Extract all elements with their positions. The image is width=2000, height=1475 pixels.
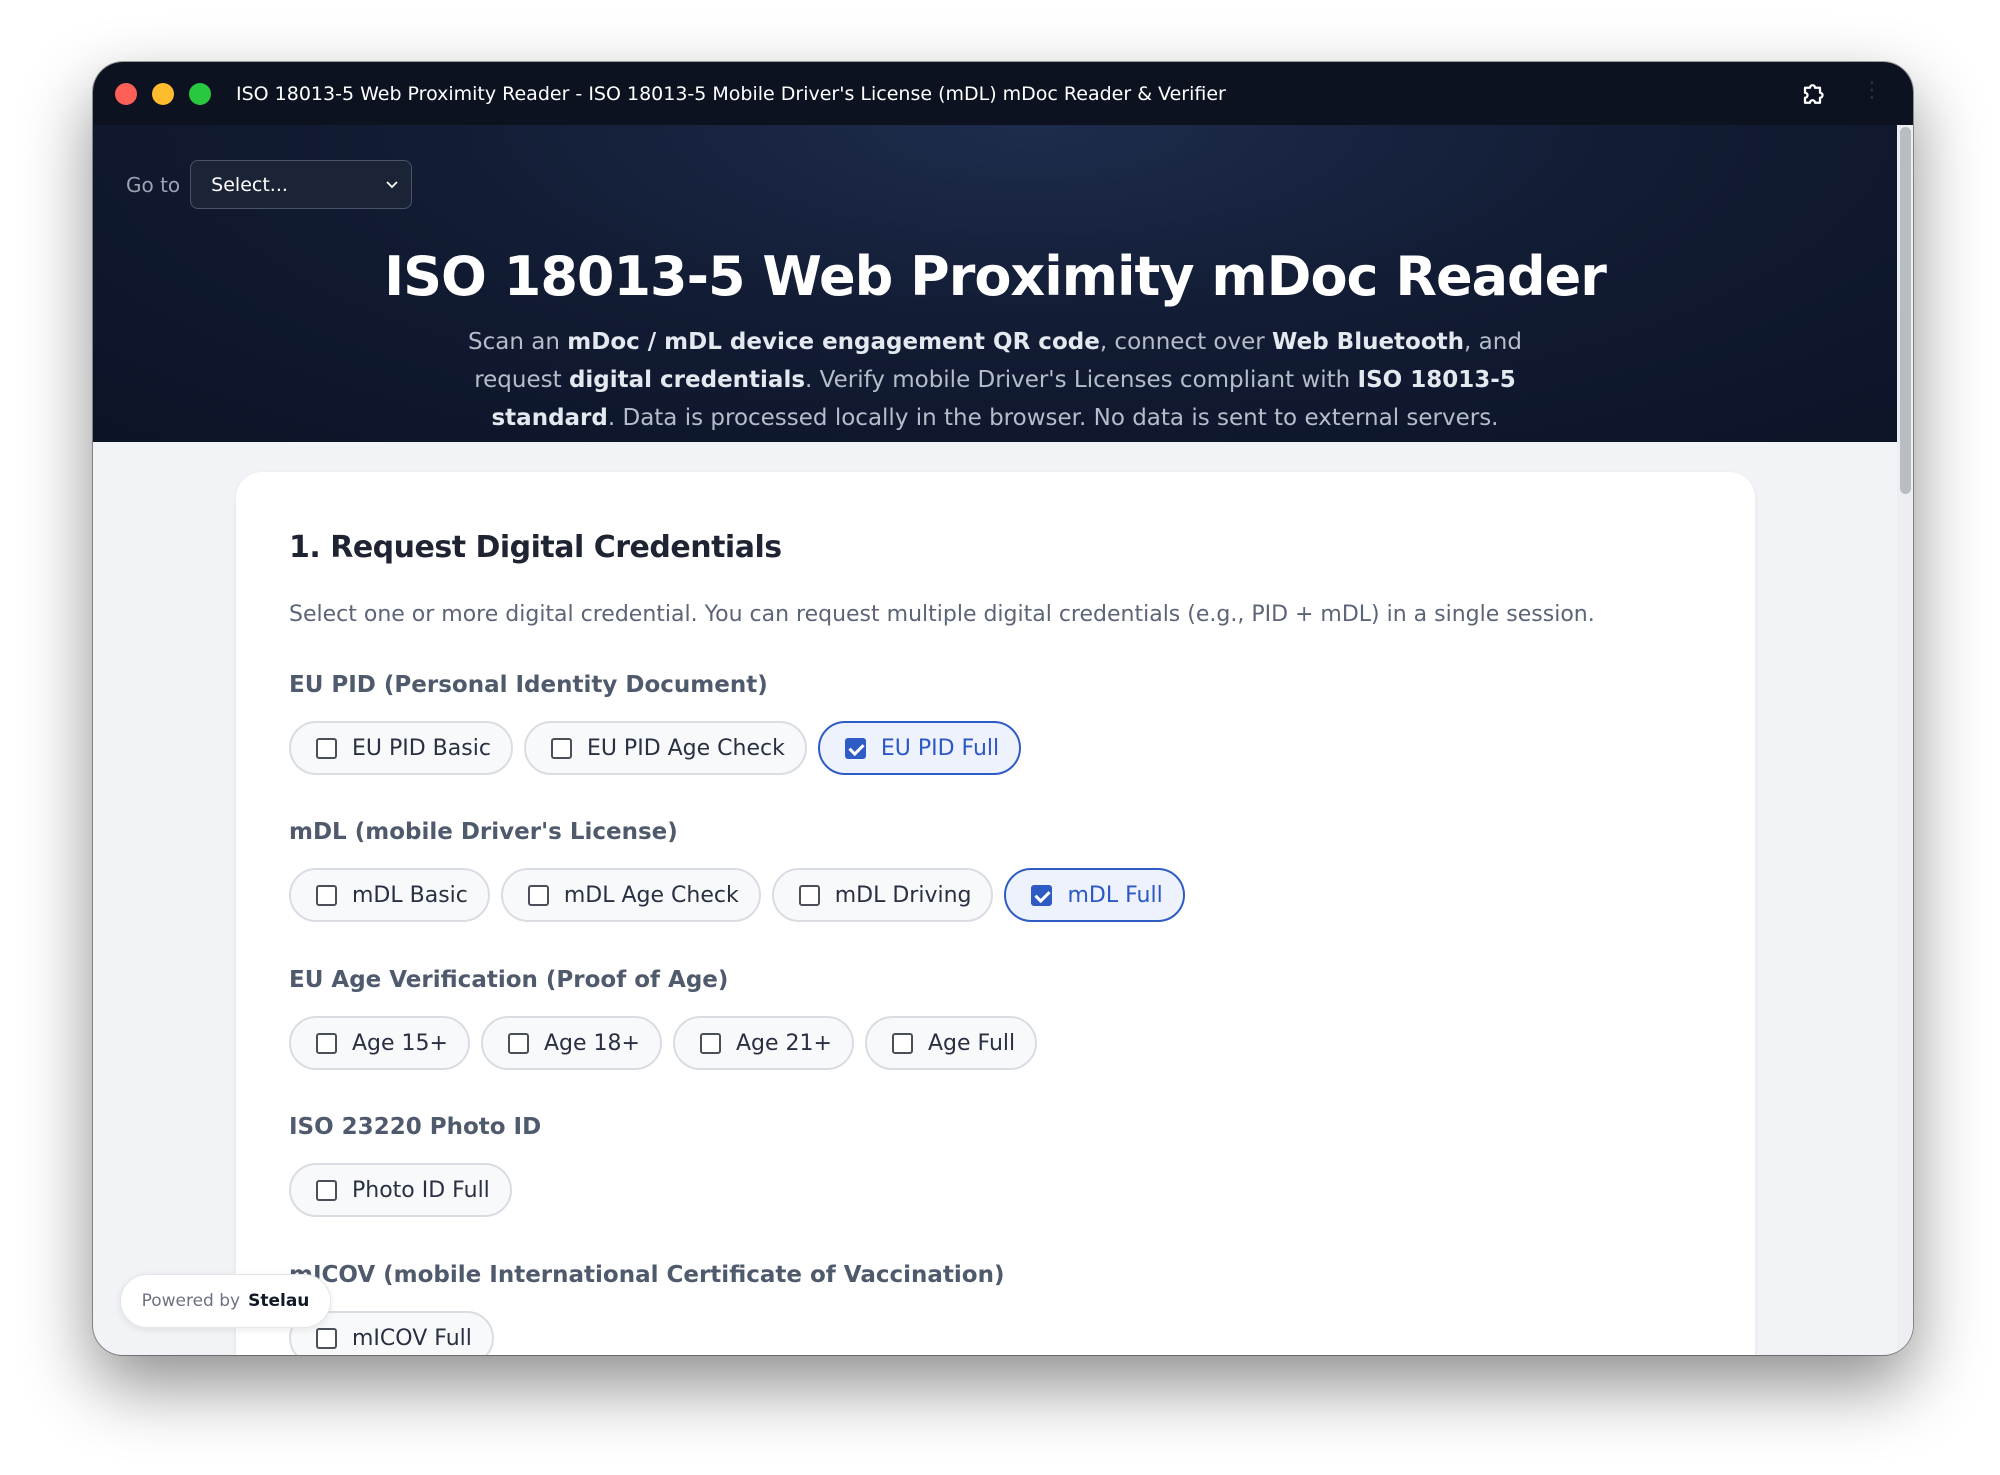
hero-description: Scan an mDoc / mDL device engagement QR …: [468, 329, 1522, 431]
group-label: ISO 23220 Photo ID: [289, 1114, 542, 1140]
group-label: mDL (mobile Driver's License): [289, 819, 678, 845]
scrollbar-thumb[interactable]: [1900, 127, 1911, 494]
option-photo-id-full[interactable]: Photo ID Full: [289, 1163, 512, 1217]
option-chips: Photo ID Full: [289, 1163, 541, 1217]
request-credentials-card: 1. Request Digital Credentials Select on…: [236, 472, 1755, 1355]
option-eu-pid-full[interactable]: EU PID Full: [817, 721, 1022, 775]
checkbox-checked[interactable]: [1031, 884, 1053, 906]
goto-navigation: Go to Select...: [126, 160, 413, 209]
page-title: ISO 18013-5 Web Proximity mDoc Reader: [384, 245, 1607, 308]
checkbox[interactable]: [527, 884, 549, 906]
group-label: EU PID (Personal Identity Document): [289, 672, 768, 698]
group-photo-id: ISO 23220 Photo ID Photo ID Full: [289, 1114, 541, 1217]
checkbox[interactable]: [316, 737, 337, 759]
goto-label: Go to: [126, 172, 181, 197]
group-eu-pid: EU PID (Personal Identity Document) EU P…: [289, 672, 1022, 775]
option-mdl-full[interactable]: mDL Full: [1004, 868, 1185, 922]
checkbox[interactable]: [316, 884, 337, 906]
checkbox[interactable]: [550, 737, 572, 759]
group-micov: mICOV (mobile International Certificate …: [289, 1262, 1004, 1355]
browser-window: ISO 18013-5 Web Proximity Reader - ISO 1…: [93, 62, 1913, 1355]
checkbox[interactable]: [891, 1032, 913, 1054]
option-age-full[interactable]: Age Full: [864, 1016, 1038, 1070]
group-label: EU Age Verification (Proof of Age): [289, 967, 729, 993]
option-mdl-driving[interactable]: mDL Driving: [771, 868, 994, 922]
option-chips: mICOV Full: [289, 1311, 1004, 1355]
option-eu-pid-age-check[interactable]: EU PID Age Check: [523, 721, 807, 775]
goto-select-value: Select...: [211, 173, 288, 196]
option-age-21[interactable]: Age 21+: [672, 1016, 854, 1070]
powered-by-badge[interactable]: Powered by Stelau: [120, 1274, 331, 1328]
brand-name: Stelau: [248, 1291, 310, 1311]
maximize-window-button[interactable]: [189, 82, 211, 105]
option-mdl-age-check[interactable]: mDL Age Check: [500, 868, 761, 922]
option-eu-pid-basic[interactable]: EU PID Basic: [289, 721, 513, 775]
more-vertical-icon[interactable]: ⋮: [1861, 80, 1883, 102]
checkbox-checked[interactable]: [844, 737, 866, 759]
group-mdl: mDL (mobile Driver's License) mDL Basic …: [289, 819, 1185, 922]
checkbox[interactable]: [798, 884, 820, 906]
checkbox[interactable]: [316, 1179, 337, 1201]
checkbox[interactable]: [699, 1032, 721, 1054]
close-window-button[interactable]: [115, 82, 137, 105]
checkbox[interactable]: [507, 1032, 529, 1054]
option-chips: Age 15+ Age 18+ Age 21+ Age Full: [289, 1016, 1038, 1070]
goto-select[interactable]: Select...: [190, 160, 413, 209]
option-age-18[interactable]: Age 18+: [480, 1016, 662, 1070]
chevron-down-icon: [386, 180, 398, 188]
group-age-verification: EU Age Verification (Proof of Age) Age 1…: [289, 967, 1038, 1070]
option-chips: EU PID Basic EU PID Age Check EU PID Ful…: [289, 721, 1022, 775]
group-label: mICOV (mobile International Certificate …: [289, 1262, 1005, 1288]
section-title: 1. Request Digital Credentials: [289, 530, 782, 565]
window-controls: [115, 82, 211, 105]
title-bar: ISO 18013-5 Web Proximity Reader - ISO 1…: [93, 62, 1913, 125]
window-title: ISO 18013-5 Web Proximity Reader - ISO 1…: [236, 82, 1226, 105]
hero-section: Go to Select... ISO 18013-5 Web Proximit…: [93, 125, 1897, 442]
checkbox[interactable]: [316, 1327, 337, 1349]
option-mdl-basic[interactable]: mDL Basic: [289, 868, 490, 922]
option-chips: mDL Basic mDL Age Check mDL Driving mDL …: [289, 868, 1185, 922]
puzzle-icon[interactable]: [1800, 79, 1830, 109]
section-description: Select one or more digital credential. Y…: [289, 602, 1595, 627]
checkbox[interactable]: [316, 1032, 337, 1054]
minimize-window-button[interactable]: [152, 82, 174, 105]
powered-by-label: Powered by: [141, 1291, 241, 1311]
option-age-15[interactable]: Age 15+: [289, 1016, 470, 1070]
